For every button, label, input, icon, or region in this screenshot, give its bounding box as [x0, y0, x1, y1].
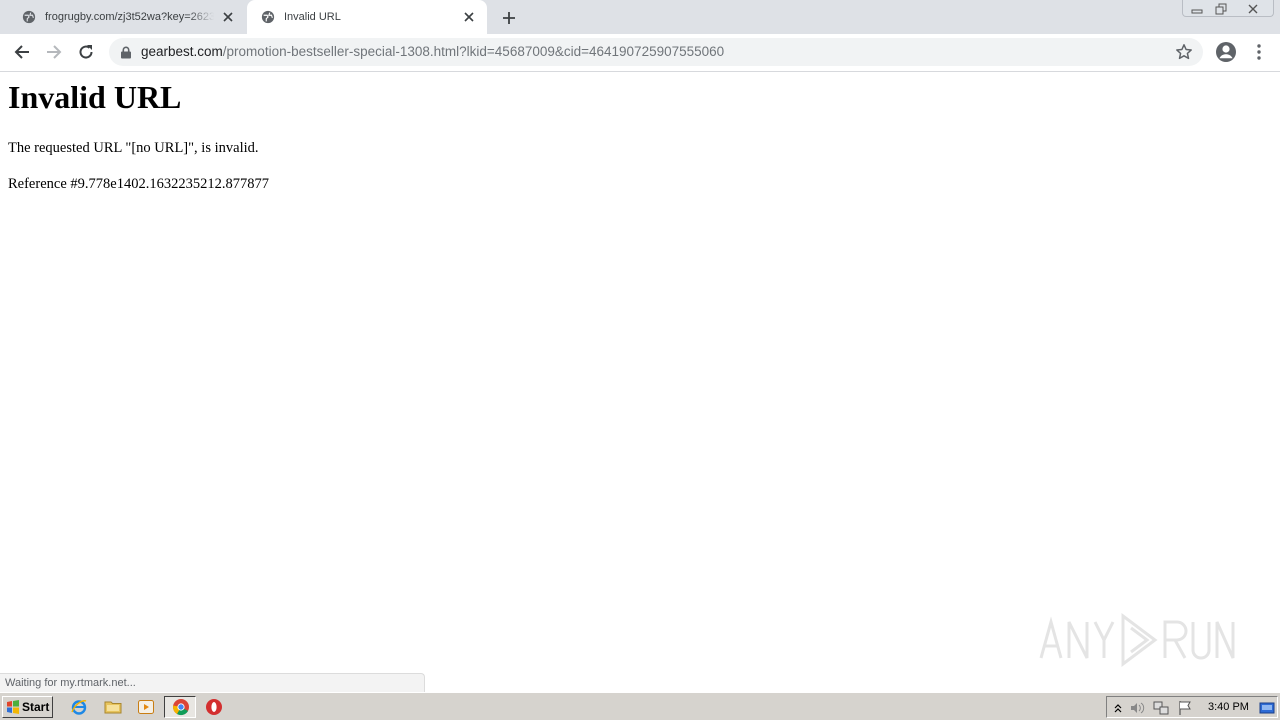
plus-icon: [503, 12, 515, 24]
browser-toolbar: gearbest.com/promotion-bestseller-specia…: [0, 34, 1280, 72]
chrome-icon: [173, 699, 189, 716]
folder-icon[interactable]: [104, 698, 122, 716]
taskbar-chrome-button[interactable]: [164, 696, 196, 718]
network-icon[interactable]: [1153, 700, 1169, 716]
windows-logo-icon: [7, 700, 19, 714]
anyrun-watermark-logo: [1039, 613, 1235, 667]
chevron-up-icon[interactable]: [1110, 700, 1126, 716]
taskbar: Start 3:40 PM: [0, 692, 1280, 720]
kebab-menu-icon: [1257, 44, 1261, 60]
url-path: /promotion-bestseller-special-1308.html?…: [222, 44, 725, 59]
new-tab-button[interactable]: [499, 8, 519, 28]
tab-invalid-url[interactable]: Invalid URL: [247, 0, 487, 34]
close-icon[interactable]: [461, 9, 477, 25]
tab-title: frogrugby.com/zj3t52wa?key=2623…: [45, 11, 214, 23]
window-controls: [1182, 0, 1274, 17]
address-bar[interactable]: gearbest.com/promotion-bestseller-specia…: [109, 38, 1203, 66]
minimize-button[interactable]: [1185, 0, 1209, 17]
url-host: gearbest.com: [141, 44, 223, 59]
globe-icon: [261, 10, 275, 24]
start-button[interactable]: Start: [2, 696, 53, 718]
globe-icon: [22, 10, 36, 24]
reload-button[interactable]: [74, 40, 98, 64]
ie-icon[interactable]: [70, 698, 88, 716]
system-tray: [1106, 696, 1278, 718]
tab-strip: frogrugby.com/zj3t52wa?key=2623… Invalid…: [0, 0, 1280, 34]
back-icon: [14, 45, 29, 59]
close-icon[interactable]: [220, 9, 236, 25]
browser-menu-button[interactable]: [1250, 40, 1268, 64]
lock-icon[interactable]: [120, 46, 132, 59]
media-player-icon[interactable]: [137, 698, 155, 716]
restore-button[interactable]: [1209, 0, 1233, 17]
flag-icon[interactable]: [1177, 700, 1193, 716]
profile-icon[interactable]: [1214, 40, 1238, 64]
close-window-button[interactable]: [1241, 0, 1265, 17]
start-label: Start: [22, 700, 50, 714]
back-button[interactable]: [10, 40, 34, 64]
speaker-icon[interactable]: [1129, 700, 1145, 716]
clock[interactable]: 3:40 PM: [1208, 701, 1249, 713]
page-heading: Invalid URL: [8, 79, 182, 115]
forward-icon: [47, 45, 62, 59]
reference-id: Reference #9.778e1402.1632235212.877877: [8, 176, 269, 192]
tab-frogrugby[interactable]: frogrugby.com/zj3t52wa?key=2623…: [8, 0, 246, 34]
url-text[interactable]: gearbest.com/promotion-bestseller-specia…: [141, 44, 724, 59]
tab-title: Invalid URL: [284, 11, 341, 23]
status-bubble: Waiting for my.rtmark.net...: [0, 673, 425, 692]
error-message: The requested URL "[no URL]", is invalid…: [8, 140, 259, 156]
opera-icon[interactable]: [205, 698, 223, 716]
page-content: Invalid URL The requested URL "[no URL]"…: [0, 72, 1280, 672]
star-icon[interactable]: [1175, 43, 1193, 61]
show-desktop-icon[interactable]: [1259, 700, 1275, 716]
reload-icon: [79, 45, 93, 59]
forward-button[interactable]: [42, 40, 66, 64]
